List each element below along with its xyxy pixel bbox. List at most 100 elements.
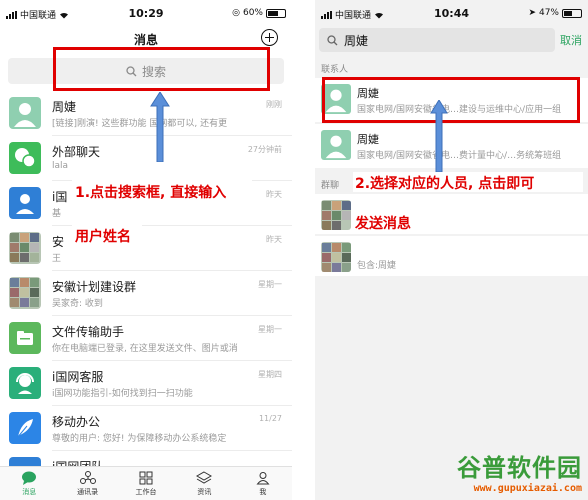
- chat-row-an[interactable]: 安 王 昨天: [0, 227, 292, 271]
- chat-row-mobile-office[interactable]: 移动办公 尊敬的用户: 您好! 为保障移动办公系统稳定 11/27: [0, 407, 292, 451]
- status-right: ➤ 47%: [528, 8, 582, 18]
- person-avatar-icon: [321, 130, 351, 160]
- contact-result-2[interactable]: 周婕 国家电网/国网安徽省电…费计量中心/…务统筹班组: [315, 124, 588, 168]
- person-avatar-icon: [9, 97, 41, 129]
- divider: [52, 450, 292, 451]
- chat-preview: 尊敬的用户: 您好! 为保障移动办公系统稳定: [52, 434, 227, 444]
- chat-bubble-icon: [9, 142, 41, 174]
- tab-label: 工作台: [135, 487, 157, 496]
- group-match-label: 包含:周婕: [357, 261, 397, 271]
- tab-messages[interactable]: 消息: [0, 467, 58, 500]
- cancel-button[interactable]: 取消: [560, 32, 582, 48]
- battery-icon: [562, 8, 582, 18]
- chat-preview: i国网功能指引-如何找到扫一扫功能: [52, 389, 193, 399]
- customer-service-icon: [9, 367, 41, 399]
- message-icon: [22, 471, 37, 485]
- chat-time: 刚刚: [266, 100, 282, 109]
- divider: [52, 135, 292, 136]
- chat-time: 昨天: [266, 235, 282, 244]
- group-avatar-grid: [321, 242, 351, 272]
- battery-icon: [266, 8, 286, 18]
- section-groups-label: 群聊: [321, 181, 340, 191]
- chat-time: 星期四: [258, 370, 282, 379]
- up-arrow-icon: [150, 92, 170, 162]
- watermark-url: www.gupuxiazai.com: [473, 483, 582, 494]
- chat-time: 星期一: [258, 280, 282, 289]
- highlight-box-contact: [322, 77, 580, 123]
- annotation-step1-line2: 用户姓名: [75, 229, 131, 245]
- annotation-step1-line1: 1.点击搜索框, 直接输入: [75, 185, 227, 201]
- chat-time: 昨天: [266, 190, 282, 199]
- user-service-icon: [9, 187, 41, 219]
- status-right: ◎ 60%: [232, 8, 286, 18]
- status-bar: 中国联通 10:29 ◎ 60%: [0, 0, 292, 26]
- chat-name: 外部聊天: [52, 145, 101, 159]
- divider: [52, 270, 292, 271]
- tab-label: 通讯录: [77, 487, 99, 496]
- news-icon: [196, 470, 213, 484]
- feather-icon: [9, 412, 41, 444]
- chat-preview: lala: [52, 161, 69, 171]
- highlight-box-search: [53, 47, 270, 91]
- chat-row-zhoujie[interactable]: 周婕 [链接]刚演! 这些群功能 国网都可以, 还有更 刚刚: [0, 92, 292, 136]
- left-phone-screen: 中国联通 10:29 ◎ 60% 消息 搜索 周婕 [链接]刚演! 这些群功能 …: [0, 0, 292, 500]
- chat-time: 11/27: [258, 414, 282, 423]
- section-contacts-label: 联系人: [321, 65, 349, 75]
- chat-name: i国网客服: [52, 370, 104, 384]
- tab-label: 我: [259, 487, 267, 496]
- watermark-title: 谷普软件园: [457, 454, 582, 482]
- chat-preview: 王: [52, 254, 62, 264]
- divider: [52, 405, 292, 406]
- add-plus-icon[interactable]: [261, 29, 278, 46]
- chat-row-customer-service[interactable]: i国网客服 i国网功能指引-如何找到扫一扫功能 星期四: [0, 362, 292, 406]
- chat-name: 安: [52, 235, 65, 249]
- battery-percent: 60%: [242, 8, 263, 18]
- annotation-step2-line1: 2.选择对应的人员, 点击即可: [355, 176, 535, 192]
- chat-row-anhui-plan[interactable]: 安徽计划建设群 吴家奇: 收到 星期一: [0, 272, 292, 316]
- group-avatar-grid: [9, 232, 41, 264]
- divider: [52, 360, 292, 361]
- chat-row-external[interactable]: 外部聊天 lala 27分钟前: [0, 137, 292, 181]
- chat-preview: 你在电脑端已登录, 在这里发送文件、图片或消: [52, 344, 238, 354]
- chat-time: 星期一: [258, 325, 282, 334]
- tab-news[interactable]: 资讯: [175, 467, 233, 500]
- panel-gap: [292, 0, 315, 500]
- divider: [52, 315, 292, 316]
- me-icon: [256, 471, 270, 484]
- chat-name: 文件传输助手: [52, 325, 125, 339]
- search-input[interactable]: 周婕: [319, 28, 555, 52]
- chat-name: 移动办公: [52, 415, 101, 429]
- status-bar: 中国联通 10:44 ➤ 47%: [315, 0, 588, 26]
- workbench-icon: [139, 471, 153, 484]
- location-icon: ➤: [528, 8, 536, 18]
- watermark-logo: 谷普软件园 www.gupuxiazai.com: [457, 448, 582, 494]
- group-avatar-grid: [321, 200, 351, 230]
- annotation-step2-line2: 发送消息: [355, 216, 411, 232]
- battery-percent: 47%: [538, 8, 559, 18]
- folder-icon: [9, 322, 41, 354]
- chat-row-file-transfer[interactable]: 文件传输助手 你在电脑端已登录, 在这里发送文件、图片或消 星期一: [0, 317, 292, 361]
- chat-preview: 吴家奇: 收到: [52, 299, 103, 309]
- bottom-tab-bar: 消息 通讯录 工作台 资讯 我: [0, 466, 292, 500]
- chat-name: i国: [52, 190, 68, 204]
- tab-contacts[interactable]: 通讯录: [58, 467, 116, 500]
- group-avatar-grid: [9, 277, 41, 309]
- contact-department: 国家电网/国网安徽省电…费计量中心/…务统筹班组: [357, 151, 562, 161]
- right-phone-screen: 中国联通 10:44 ➤ 47% 周婕 取消 联系人 周婕 国家电网/国网安徽省…: [315, 0, 588, 500]
- chat-name: 安徽计划建设群: [52, 280, 137, 294]
- up-arrow-icon: [430, 100, 448, 172]
- tab-label: 资讯: [197, 487, 212, 496]
- page-title: 消息: [133, 33, 158, 47]
- chat-name: 周婕: [52, 100, 77, 114]
- tab-me[interactable]: 我: [234, 467, 292, 500]
- chat-time: 27分钟前: [247, 145, 282, 154]
- tab-workbench[interactable]: 工作台: [117, 467, 175, 500]
- search-value: 周婕: [344, 33, 369, 48]
- search-icon: [327, 34, 338, 45]
- chat-preview: 基: [52, 209, 62, 219]
- contacts-icon: [79, 470, 96, 484]
- tab-label: 消息: [22, 487, 37, 496]
- group-result-2[interactable]: 包含:周婕: [315, 236, 588, 276]
- contact-name: 周婕: [357, 133, 379, 146]
- alarm-icon: ◎: [232, 8, 240, 18]
